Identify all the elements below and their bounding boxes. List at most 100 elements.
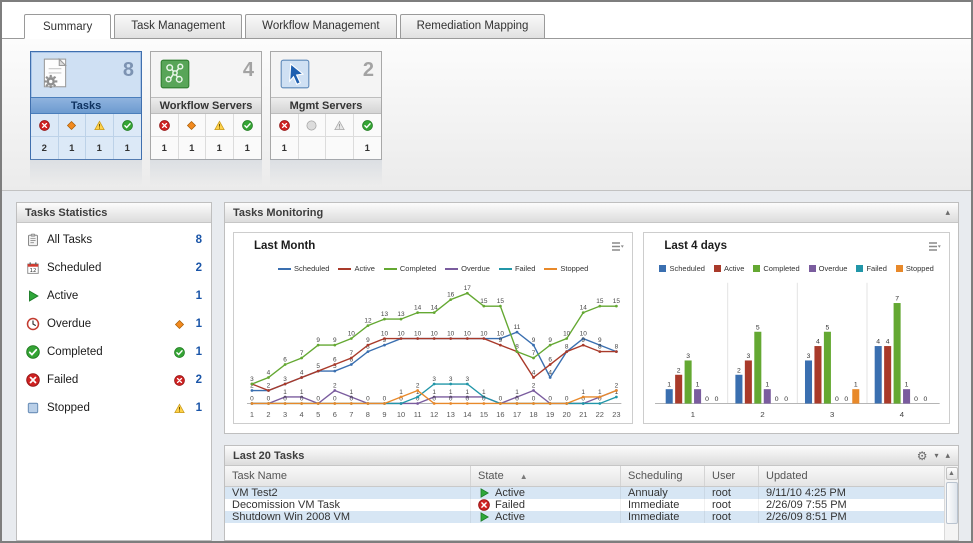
legend-label: Scheduled	[669, 264, 704, 273]
table-row-decomission-vm-task[interactable]: Decomission VM TaskFailedImmediateroot2/…	[225, 499, 944, 511]
legend-item-active: Active	[338, 264, 374, 273]
column-header-scheduling[interactable]: Scheduling	[621, 466, 705, 486]
failed-icon	[151, 114, 179, 136]
svg-text:2: 2	[266, 410, 270, 419]
stat-row-overdue[interactable]: Overdue1	[17, 310, 211, 338]
legend-label: Overdue	[819, 264, 848, 273]
card-top: 4	[151, 52, 261, 97]
svg-text:7: 7	[350, 350, 354, 357]
svg-text:13: 13	[447, 410, 455, 419]
svg-text:8: 8	[565, 344, 569, 351]
completed-icon	[174, 347, 185, 358]
card-tasks[interactable]: 8Tasks2111	[30, 51, 142, 160]
legend-label: Active	[724, 264, 744, 273]
svg-text:12: 12	[30, 268, 37, 274]
svg-text:8: 8	[598, 344, 602, 351]
scrollbar-thumb[interactable]	[946, 482, 958, 524]
card-workflow-servers[interactable]: 4Workflow Servers1111	[150, 51, 262, 160]
chart-options-icon[interactable]	[926, 238, 943, 258]
table-row-vm-test2[interactable]: VM Test2ActiveAnnualyroot9/11/10 4:25 PM	[225, 487, 944, 499]
status-count: 2	[31, 137, 59, 159]
last-month-line-chart: 1234567891011121314151617181920212223223…	[240, 275, 626, 421]
status-count: 1	[151, 137, 179, 159]
table-row-shutdown-win-2008-vm[interactable]: Shutdown Win 2008 VMActiveImmediateroot2…	[225, 511, 944, 523]
svg-text:0: 0	[267, 395, 271, 402]
legend-item-stopped: Stopped	[544, 264, 588, 273]
svg-text:7: 7	[532, 350, 536, 357]
column-header-state[interactable]: State▲	[471, 466, 621, 486]
svg-text:18: 18	[529, 410, 537, 419]
column-header-updated[interactable]: Updated	[759, 466, 944, 486]
scroll-up-icon[interactable]: ▲	[946, 467, 958, 480]
gear-dropdown-icon[interactable]: ▾	[934, 451, 938, 460]
user-cell: root	[705, 487, 759, 499]
collapse-panel-icon[interactable]: ▴	[945, 450, 950, 461]
svg-text:10: 10	[431, 331, 439, 338]
stat-count: 1	[192, 402, 202, 414]
svg-text:1: 1	[766, 382, 770, 389]
updated-cell: 9/11/10 4:25 PM	[759, 487, 944, 499]
svg-text:14: 14	[580, 305, 588, 312]
status-count: 1	[354, 137, 382, 159]
stat-row-failed[interactable]: Failed2	[17, 366, 211, 394]
stat-row-completed[interactable]: Completed1	[17, 338, 211, 366]
svg-text:0: 0	[785, 396, 789, 403]
chart-options-icon[interactable]	[609, 238, 626, 258]
tab-workflow-management[interactable]: Workflow Management	[245, 14, 396, 38]
tab-summary[interactable]: Summary	[24, 14, 111, 39]
svg-text:0: 0	[565, 395, 569, 402]
card-statuses: 2111	[31, 114, 141, 159]
status-count: 1	[271, 137, 299, 159]
active-icon	[478, 511, 490, 523]
svg-text:0: 0	[924, 396, 928, 403]
table-scrollbar[interactable]: ▲	[944, 466, 958, 540]
status-count: 1	[179, 137, 207, 159]
svg-text:0: 0	[316, 395, 320, 402]
tab-bar: SummaryTask ManagementWorkflow Managemen…	[2, 2, 971, 39]
updated-cell: 2/26/09 7:55 PM	[759, 499, 944, 511]
stat-row-stopped[interactable]: Stopped1	[17, 394, 211, 422]
workflow-card-icon	[158, 57, 192, 91]
card-status-counts-row: 1111	[151, 137, 261, 159]
svg-text:0: 0	[715, 396, 719, 403]
mgmt-card-icon	[278, 57, 312, 91]
stat-row-all-tasks[interactable]: All Tasks8	[17, 226, 211, 254]
svg-text:9: 9	[316, 337, 320, 344]
application-window: SummaryTask ManagementWorkflow Managemen…	[0, 0, 973, 543]
column-label: Task Name	[232, 470, 287, 482]
column-header-task-name[interactable]: Task Name	[225, 466, 471, 486]
legend-label: Active	[354, 264, 374, 273]
state-label: Active	[495, 511, 525, 523]
stat-row-scheduled[interactable]: 12Scheduled2	[17, 254, 211, 282]
failed-icon	[478, 499, 490, 511]
svg-text:1: 1	[854, 382, 858, 389]
svg-text:0: 0	[835, 396, 839, 403]
svg-text:14: 14	[463, 410, 471, 419]
last-20-tasks-panel: Last 20 Tasks ⚙ ▾ ▴ Task NameState▲Sched…	[224, 445, 959, 541]
stat-row-active[interactable]: Active1	[17, 282, 211, 310]
svg-text:11: 11	[414, 410, 422, 419]
svg-text:4: 4	[300, 369, 304, 376]
panel-title: Tasks Statistics	[25, 207, 107, 219]
failed-icon	[271, 114, 299, 136]
tasks-monitoring-panel: Tasks Monitoring ▴ Last Month Schedul	[224, 202, 959, 434]
user-cell: root	[705, 499, 759, 511]
tab-remediation-mapping[interactable]: Remediation Mapping	[400, 14, 546, 38]
tab-task-management[interactable]: Task Management	[114, 14, 242, 38]
column-header-user[interactable]: User	[705, 466, 759, 486]
card-count: 8	[123, 57, 134, 97]
svg-text:4: 4	[300, 410, 304, 419]
svg-text:5: 5	[316, 363, 320, 370]
failed-icon	[26, 373, 40, 387]
warning-icon	[174, 403, 185, 414]
collapse-panel-icon[interactable]: ▴	[945, 207, 950, 218]
status-count: 1	[234, 137, 262, 159]
tasks-statistics-header: Tasks Statistics	[17, 203, 211, 223]
svg-text:10: 10	[381, 331, 389, 338]
tasks-table-wrap: Task Name State▲SchedulingUserUpdated VM …	[225, 466, 958, 540]
svg-text:0: 0	[705, 396, 709, 403]
legend-marker	[278, 268, 291, 270]
card-mgmt-servers[interactable]: 2Mgmt Servers11	[270, 51, 382, 160]
all-tasks-icon	[26, 233, 40, 247]
gear-icon[interactable]: ⚙	[917, 450, 928, 462]
